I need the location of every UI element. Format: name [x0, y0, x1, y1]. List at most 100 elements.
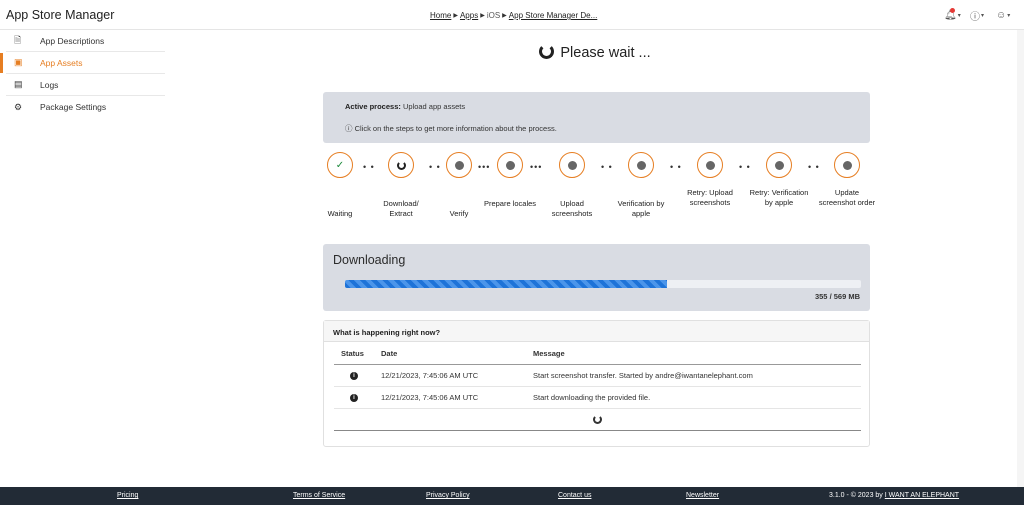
message-cell: Start downloading the provided file. [526, 386, 861, 409]
status-cell: i [334, 386, 374, 409]
pending-dot-icon [567, 160, 577, 170]
help-icon: ⓘ [970, 11, 980, 23]
step-label: Retry: Verification by apple [749, 188, 809, 207]
download-title: Downloading [333, 253, 406, 267]
sidebar-item-label: Logs [40, 79, 59, 90]
loading-row [334, 409, 861, 431]
footer: Pricing Terms of Service Privacy Policy … [0, 487, 1024, 505]
step-circle [388, 152, 414, 178]
log-icon: ▤ [14, 79, 23, 89]
sidebar-item-logs[interactable]: ▤ Logs [6, 74, 165, 96]
step-download-extract[interactable]: Download/ Extract [371, 152, 431, 218]
help-button[interactable]: ⓘ ▾ [970, 8, 988, 23]
check-icon: ✓ [335, 159, 345, 171]
footer-link-pricing[interactable]: Pricing [117, 492, 138, 499]
step-circle [766, 152, 792, 178]
footer-link-privacy[interactable]: Privacy Policy [426, 492, 470, 499]
activity-panel-title: What is happening right now? [324, 321, 869, 342]
spinner-icon [396, 160, 406, 170]
download-progress-fill [345, 280, 667, 288]
vertical-scrollbar[interactable] [1017, 30, 1024, 487]
app-title: App Store Manager [6, 8, 115, 22]
spinner-icon [593, 415, 602, 424]
step-circle [834, 152, 860, 178]
step-waiting[interactable]: ✓ Waiting [310, 152, 370, 218]
page-title-text: Please wait ... [560, 45, 651, 61]
download-panel: Downloading 355 / 569 MB [323, 244, 870, 311]
footer-link-terms[interactable]: Terms of Service [293, 492, 345, 499]
pending-dot-icon [774, 160, 784, 170]
process-hint: Click on the steps to get more informati… [354, 124, 557, 133]
pending-dot-icon [454, 160, 464, 170]
breadcrumb: Home ▶ Apps ▶ iOS ▶ App Store Manager De… [430, 11, 597, 20]
step-upload-screenshots[interactable]: Upload screenshots [542, 152, 602, 218]
step-label: Waiting [327, 209, 353, 218]
date-cell: 12/21/2023, 7:45:06 AM UTC [374, 386, 526, 409]
column-header-date: Date [374, 344, 526, 365]
download-size-count: 355 / 569 MB [814, 292, 860, 301]
step-update-screenshot-order[interactable]: Update screenshot order [817, 152, 877, 207]
notifications-button[interactable]: 🔔︎ ▾ [944, 8, 962, 22]
step-label: Verify [449, 209, 469, 218]
breadcrumb-separator-icon: ▶ [453, 13, 458, 19]
table-row: i 12/21/2023, 7:45:06 AM UTC Start scree… [334, 364, 861, 387]
process-info-panel: Active process: Upload app assets ⓘ Clic… [323, 92, 870, 143]
step-circle [697, 152, 723, 178]
step-label: Verification by apple [617, 199, 665, 218]
breadcrumb-separator-icon: ▶ [480, 13, 485, 19]
info-icon: i [350, 394, 358, 402]
chevron-down-icon: ▾ [1007, 12, 1011, 19]
footer-copyright: 3.1.0 - © 2023 by I WANT AN ELEPHANT [829, 492, 959, 499]
column-header-status: Status [334, 344, 374, 365]
process-steps: ✓ Waiting • • Download/ Extract • • Veri… [323, 152, 875, 222]
pending-dot-icon [705, 160, 715, 170]
copyright-text: 3.1.0 - © 2023 by [829, 492, 883, 499]
breadcrumb-current[interactable]: App Store Manager De... [509, 11, 598, 20]
step-circle: ✓ [327, 152, 353, 178]
chevron-down-icon: ▾ [981, 12, 985, 19]
pending-dot-icon [505, 160, 515, 170]
breadcrumb-separator-icon: ▶ [502, 13, 507, 19]
pending-dot-icon [842, 160, 852, 170]
step-verification-by-apple[interactable]: Verification by apple [611, 152, 671, 218]
step-label: Prepare locales [483, 199, 537, 208]
table-row: i 12/21/2023, 7:45:06 AM UTC Start downl… [334, 386, 861, 409]
spinner-icon [539, 44, 555, 59]
step-circle [497, 152, 523, 178]
active-process-value: Upload app assets [402, 102, 466, 111]
chevron-down-icon: ▾ [957, 12, 961, 19]
pending-dot-icon [636, 160, 646, 170]
step-retry-upload-screenshots[interactable]: Retry: Upload screenshots [680, 152, 740, 207]
sidebar-item-package-settings[interactable]: ⚙ Package Settings [6, 96, 165, 118]
step-connector: ••• [530, 162, 543, 172]
page-title: Please wait ... [0, 44, 1024, 61]
breadcrumb-home[interactable]: Home [430, 11, 451, 20]
gear-icon: ⚙ [14, 101, 23, 112]
footer-link-contact[interactable]: Contact us [558, 492, 591, 499]
download-progress-bar [345, 280, 861, 288]
message-cell: Start screenshot transfer. Started by an… [526, 364, 861, 387]
step-circle [446, 152, 472, 178]
top-icons: 🔔︎ ▾ ⓘ ▾ ☺ ▾ [944, 8, 1014, 23]
footer-link-company[interactable]: I WANT AN ELEPHANT [885, 492, 959, 499]
step-label: Download/ Extract [383, 199, 419, 218]
status-cell: i [334, 364, 374, 387]
activity-panel: What is happening right now? Status Date… [323, 320, 870, 447]
step-circle [628, 152, 654, 178]
step-label: Retry: Upload screenshots [687, 188, 733, 207]
table-header-row: Status Date Message [334, 344, 861, 365]
step-retry-verification-by-apple[interactable]: Retry: Verification by apple [749, 152, 809, 207]
info-icon: i [350, 372, 358, 380]
activity-table: Status Date Message i 12/21/2023, 7:45:0… [334, 344, 861, 409]
breadcrumb-platform: iOS [486, 11, 501, 20]
help-icon: ⓘ [345, 124, 353, 133]
notification-badge [950, 8, 955, 13]
date-cell: 12/21/2023, 7:45:06 AM UTC [374, 364, 526, 387]
top-bar: App Store Manager Home ▶ Apps ▶ iOS ▶ Ap… [0, 0, 1024, 30]
breadcrumb-apps[interactable]: Apps [460, 11, 478, 20]
footer-link-newsletter[interactable]: Newsletter [686, 492, 719, 499]
user-icon: ☺ [996, 9, 1007, 21]
account-button[interactable]: ☺ ▾ [996, 8, 1014, 22]
step-label: Upload screenshots [551, 199, 593, 218]
column-header-message: Message [526, 344, 861, 365]
